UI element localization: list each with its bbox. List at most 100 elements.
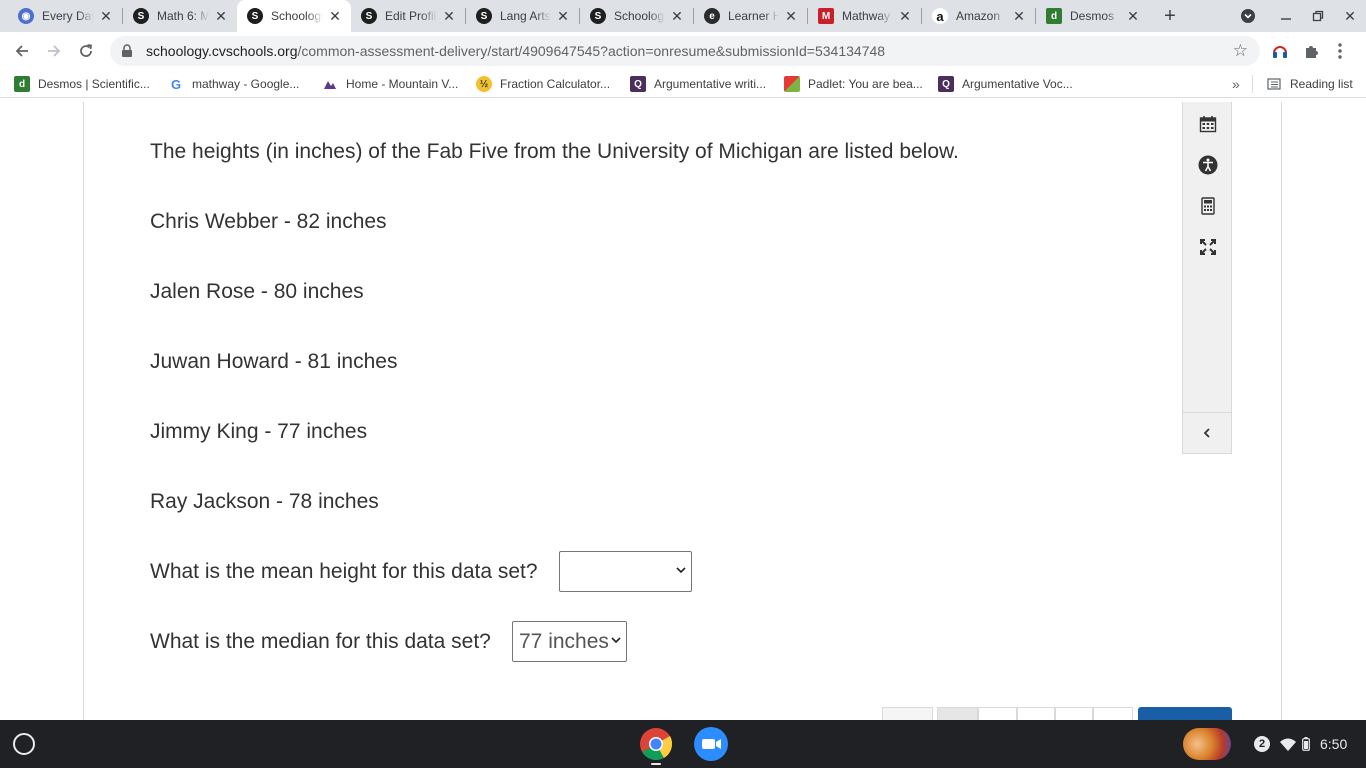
- tab-title: Edit Profil: [385, 9, 437, 23]
- quizlet-bookmark-icon: Q: [630, 76, 646, 92]
- collapse-tools-button[interactable]: [1183, 412, 1231, 453]
- pager-button[interactable]: [1093, 707, 1133, 720]
- reading-list-button[interactable]: Reading list: [1266, 75, 1353, 93]
- pager-button[interactable]: [978, 707, 1017, 720]
- close-tab-icon[interactable]: ✕: [1125, 8, 1141, 24]
- tab-strip: ◉ Every Day ✕ S Math 6: M ✕ S Schoology …: [0, 0, 1366, 32]
- close-tab-icon[interactable]: ✕: [783, 8, 799, 24]
- tab-title: Math 6: M: [157, 9, 209, 23]
- pager-button[interactable]: [1055, 707, 1093, 720]
- bookmark-fraction-calculator[interactable]: ½ Fraction Calculator...: [476, 75, 610, 93]
- question-intro: The heights (in inches) of the Fab Five …: [150, 140, 959, 163]
- extensions-puzzle-icon[interactable]: [1302, 41, 1322, 61]
- close-tab-icon[interactable]: ✕: [441, 8, 457, 24]
- close-tab-icon[interactable]: ✕: [897, 8, 913, 24]
- padlet-bookmark-icon: [784, 76, 800, 92]
- learner-favicon-icon: e: [704, 8, 720, 24]
- bookmark-label: Desmos | Scientific...: [38, 77, 150, 91]
- notification-count-badge: 2: [1254, 736, 1270, 752]
- tab-search-icon[interactable]: [1236, 4, 1260, 28]
- tab-title: Learner H: [728, 9, 779, 23]
- schoology-favicon-icon: S: [476, 8, 492, 24]
- lock-icon[interactable]: [120, 44, 134, 58]
- tab-learner-home[interactable]: e Learner H ✕: [694, 0, 807, 32]
- tab-amazon[interactable]: a Amazon ✕: [922, 0, 1035, 32]
- mean-dropdown[interactable]: [559, 551, 692, 592]
- bookmark-desmos[interactable]: d Desmos | Scientific...: [14, 75, 150, 93]
- tab-schoology-2[interactable]: S Schoology ✕: [580, 0, 693, 32]
- calendar-icon[interactable]: [1197, 113, 1219, 135]
- tab-title: Mathway: [842, 9, 891, 23]
- desmos-bookmark-icon: d: [14, 76, 30, 92]
- tab-title: Amazon: [956, 9, 1001, 23]
- tab-title: Schoology: [614, 9, 665, 23]
- fullscreen-icon[interactable]: [1197, 236, 1219, 258]
- system-tray[interactable]: 2 6:50: [1244, 730, 1356, 758]
- bookmark-mountain-view[interactable]: Home - Mountain V...: [322, 75, 458, 93]
- chevron-left-icon: [1203, 428, 1210, 438]
- chrome-running-indicator: [651, 763, 661, 765]
- tab-schoology-active[interactable]: S Schoology ✕: [237, 0, 351, 32]
- back-icon[interactable]: [8, 37, 36, 65]
- wifi-icon: [1280, 738, 1296, 751]
- tab-mathway[interactable]: M Mathway ✕: [808, 0, 921, 32]
- bookmark-star-icon[interactable]: ☆: [1233, 41, 1248, 61]
- minimize-icon[interactable]: [1274, 4, 1298, 28]
- more-bookmarks-icon[interactable]: »: [1232, 75, 1240, 93]
- tab-math-6[interactable]: S Math 6: M ✕: [123, 0, 237, 32]
- launcher-icon[interactable]: [13, 733, 35, 755]
- close-tab-icon[interactable]: ✕: [669, 8, 685, 24]
- pager-button[interactable]: [882, 707, 933, 720]
- close-tab-icon[interactable]: ✕: [213, 8, 229, 24]
- close-tab-icon[interactable]: ✕: [327, 8, 343, 24]
- zoom-icon[interactable]: [694, 727, 728, 761]
- pager-button[interactable]: [937, 707, 978, 720]
- tab-every-day[interactable]: ◉ Every Day ✕: [8, 0, 122, 32]
- quizlet-bookmark-icon: Q: [938, 76, 954, 92]
- tab-edit-profile[interactable]: S Edit Profil ✕: [351, 0, 465, 32]
- mathway-favicon-icon: M: [818, 8, 834, 24]
- calculator-icon[interactable]: [1197, 195, 1219, 217]
- url-path: /common-assessment-delivery/start/490964…: [297, 43, 886, 59]
- player-height-item: Ray Jackson - 78 inches: [150, 490, 379, 513]
- schoology-favicon-icon: S: [590, 8, 606, 24]
- player-height-item: Jalen Rose - 80 inches: [150, 280, 364, 303]
- user-avatar-icon[interactable]: [1183, 728, 1231, 760]
- content-border-left: [83, 102, 84, 720]
- battery-icon: [1302, 737, 1310, 751]
- tab-lang-arts[interactable]: S Lang Arts ✕: [466, 0, 579, 32]
- browser-toolbar: schoology.cvschools.org/common-assessmen…: [0, 32, 1366, 70]
- extension-headphones-icon[interactable]: [1270, 41, 1290, 61]
- bookmark-argumentative-writing[interactable]: Q Argumentative writi...: [630, 75, 766, 93]
- bookmark-label: Home - Mountain V...: [346, 77, 459, 91]
- accessibility-icon[interactable]: [1197, 154, 1219, 176]
- median-dropdown[interactable]: 77 inches: [512, 621, 627, 662]
- close-tab-icon[interactable]: ✕: [1011, 8, 1027, 24]
- chrome-icon[interactable]: [639, 727, 673, 761]
- close-tab-icon[interactable]: ✕: [555, 8, 571, 24]
- address-bar[interactable]: schoology.cvschools.org/common-assessmen…: [110, 36, 1260, 66]
- next-question-button[interactable]: [1138, 707, 1232, 720]
- reload-icon[interactable]: [72, 37, 100, 65]
- bookmark-argumentative-vocab[interactable]: Q Argumentative Voc...: [938, 75, 1073, 93]
- tab-desmos[interactable]: d Desmos ✕: [1036, 0, 1149, 32]
- menu-dots-icon[interactable]: [1330, 41, 1350, 61]
- tab-title: Desmos: [1070, 9, 1115, 23]
- close-window-icon[interactable]: ✕: [1338, 4, 1362, 28]
- player-height-item: Juwan Howard - 81 inches: [150, 350, 398, 373]
- bookmark-label: Argumentative writi...: [654, 77, 767, 91]
- chevron-down-icon: [676, 567, 686, 574]
- bookmark-label: Padlet: You are bea...: [808, 77, 923, 91]
- close-tab-icon[interactable]: ✕: [98, 8, 114, 24]
- every-day-favicon-icon: ◉: [18, 8, 34, 24]
- new-tab-icon[interactable]: +: [1158, 4, 1182, 28]
- restore-icon[interactable]: [1306, 4, 1330, 28]
- forward-icon[interactable]: [40, 37, 68, 65]
- amazon-favicon-icon: a: [932, 8, 948, 24]
- fraction-calculator-bookmark-icon: ½: [476, 76, 492, 92]
- pager-button[interactable]: [1017, 707, 1055, 720]
- bookmark-mathway-google[interactable]: G mathway - Google...: [168, 75, 299, 93]
- bookmark-padlet[interactable]: Padlet: You are bea...: [784, 75, 923, 93]
- bookmarks-bar: d Desmos | Scientific... G mathway - Goo…: [0, 70, 1366, 98]
- os-shelf: 2 6:50: [0, 720, 1366, 768]
